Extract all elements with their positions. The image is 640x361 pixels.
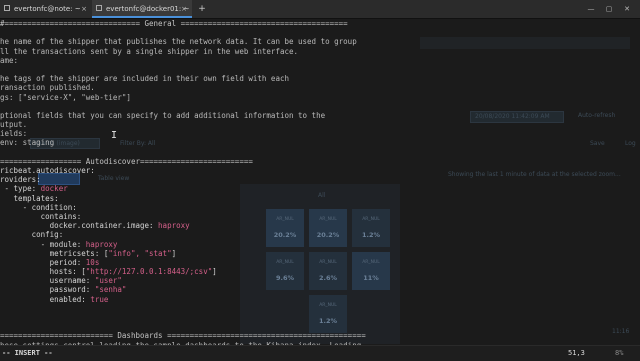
line-text: ields:	[0, 129, 28, 139]
line-text: gs: ["service-X", "web-tier"]	[0, 92, 131, 102]
yaml-value: haproxy	[158, 221, 190, 231]
editor-line[interactable]: utput.	[0, 120, 640, 129]
close-tab-icon[interactable]: ×	[81, 0, 87, 18]
terminal-icon	[96, 5, 102, 11]
new-tab-icon[interactable]: +	[196, 0, 208, 18]
line-text: ransaction published.	[0, 83, 95, 93]
editor-line[interactable]: enabled: true	[0, 295, 640, 304]
line-text: - condition:	[0, 202, 77, 212]
editor-line[interactable]: docker.container.image: haproxy	[0, 221, 640, 230]
line-text: env: staging	[0, 138, 55, 148]
editor-line[interactable]	[0, 102, 640, 111]
yaml-value: 10s	[85, 257, 100, 267]
line-tail: ]	[212, 267, 217, 277]
line-text: period:	[0, 257, 86, 267]
line-text: utput.	[0, 120, 28, 130]
line-text: roviders:	[0, 175, 41, 185]
editor-line[interactable]: ptional fields that you can specify to a…	[0, 111, 640, 120]
tab-evertonfc-docker01[interactable]: evertonfc@docker01: ~ ×	[92, 0, 192, 18]
vim-editor-buffer[interactable]: #============================== General …	[0, 19, 640, 359]
editor-line[interactable]: he tags of the shipper are included in t…	[0, 74, 640, 83]
editor-line[interactable]: ========================= Dashboards ===…	[0, 331, 640, 340]
line-tail: ]	[171, 248, 177, 258]
editor-line[interactable]	[0, 304, 640, 313]
tab-label: evertonfc@note: ~	[14, 5, 81, 13]
line-text: he tags of the shipper are included in t…	[0, 74, 289, 84]
editor-line[interactable]: ransaction published.	[0, 83, 640, 92]
line-text: config:	[0, 230, 64, 240]
line-text: hosts: [	[0, 267, 86, 277]
file-percent: 8%	[615, 349, 624, 357]
editor-line[interactable]: ================== Autodiscover=========…	[0, 157, 640, 166]
editor-line[interactable]: config:	[0, 230, 640, 239]
editor-line[interactable]: gs: ["service-X", "web-tier"]	[0, 93, 640, 102]
editor-line[interactable]: password: "senha"	[0, 285, 640, 294]
close-window-icon[interactable]: ✕	[620, 0, 634, 18]
editor-line[interactable]: - module: haproxy	[0, 240, 640, 249]
line-text: ptional fields that you can specify to a…	[0, 110, 326, 120]
editor-line[interactable]	[0, 148, 640, 157]
cursor-position: 51,3	[568, 349, 585, 357]
editor-line[interactable]: templates:	[0, 194, 640, 203]
mouse-ibeam-cursor-icon: I	[111, 130, 118, 141]
yaml-value: haproxy	[85, 239, 118, 249]
editor-line[interactable]: he name of the shipper that publishes th…	[0, 37, 640, 46]
editor-line[interactable]	[0, 65, 640, 74]
line-text: - type:	[0, 184, 41, 194]
vim-status-line: -- INSERT -- 51,3 8%	[0, 345, 640, 361]
editor-line[interactable]: ricbeat.autodiscover:	[0, 166, 640, 175]
tab-evertonfc-note[interactable]: evertonfc@note: ~ ×	[0, 0, 92, 18]
line-text: ll the transactions sent by a single shi…	[0, 46, 299, 56]
editor-line[interactable]: ields:	[0, 129, 640, 138]
yaml-value: "http://127.0.0.1:8443/;csv"	[85, 267, 213, 277]
line-text: he name of the shipper that publishes th…	[0, 37, 357, 47]
yaml-value: "user"	[94, 276, 122, 286]
line-text: password:	[0, 285, 95, 295]
editor-line[interactable]: ll the transactions sent by a single shi…	[0, 47, 640, 56]
line-text: enabled:	[0, 294, 91, 304]
maximize-icon[interactable]: ▢	[602, 0, 616, 18]
minimize-icon[interactable]: —	[584, 0, 598, 18]
terminal-tab-bar: evertonfc@note: ~ × evertonfc@docker01: …	[0, 0, 640, 19]
line-text: username:	[0, 276, 95, 286]
line-text: ========================= Dashboards ===…	[0, 331, 366, 341]
yaml-value: docker	[40, 184, 68, 194]
tab-label: evertonfc@docker01: ~	[106, 5, 190, 13]
line-text: metricsets: [	[0, 248, 109, 258]
line-text: - module:	[0, 239, 86, 249]
line-text: ricbeat.autodiscover:	[0, 166, 95, 175]
yaml-value: true	[90, 294, 109, 304]
editor-line[interactable]	[0, 313, 640, 322]
editor-line[interactable]: metricsets: ["info", "stat"]	[0, 249, 640, 258]
editor-line[interactable]: hosts: ["http://127.0.0.1:8443/;csv"]	[0, 267, 640, 276]
editor-line[interactable]	[0, 322, 640, 331]
terminal-icon	[4, 5, 10, 11]
line-text: ame:	[0, 55, 19, 65]
close-tab-icon[interactable]: ×	[181, 0, 187, 18]
editor-line[interactable]: roviders:	[0, 175, 640, 184]
yaml-value: "senha"	[94, 285, 127, 295]
editor-line[interactable]: - type: docker	[0, 184, 640, 193]
editor-line[interactable]: ame:	[0, 56, 640, 65]
editor-line[interactable]: username: "user"	[0, 276, 640, 285]
editor-line[interactable]: - condition:	[0, 203, 640, 212]
insert-mode-indicator: -- INSERT --	[2, 349, 53, 357]
line-text: docker.container.image:	[0, 221, 159, 231]
line-text: templates:	[0, 193, 59, 203]
line-text: contains:	[0, 211, 82, 221]
yaml-value: "info", "stat"	[108, 248, 172, 258]
editor-line[interactable]	[0, 28, 640, 37]
editor-line[interactable]: #============================== General …	[0, 19, 640, 28]
line-text: #============================== General …	[0, 19, 348, 28]
editor-line[interactable]: contains:	[0, 212, 640, 221]
editor-line[interactable]: env: staging	[0, 138, 640, 147]
editor-line[interactable]: period: 10s	[0, 258, 640, 267]
line-text: ================== Autodiscover=========…	[0, 156, 253, 166]
